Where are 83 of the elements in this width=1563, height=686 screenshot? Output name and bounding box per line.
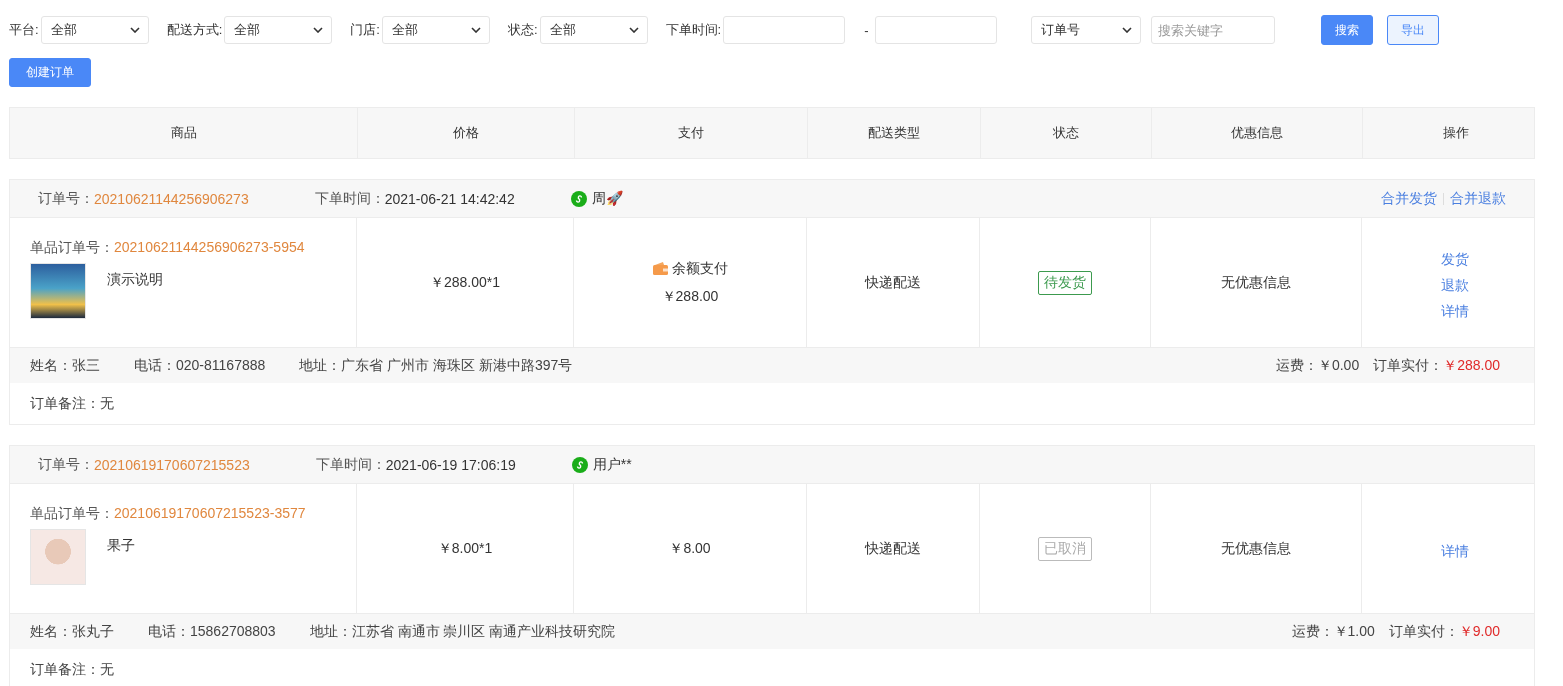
order-action-link[interactable]: 详情	[1441, 302, 1469, 321]
item-number: 20210621144256906273-5954	[114, 239, 305, 255]
search-field[interactable]: 搜索关键字	[1151, 16, 1276, 44]
price: ￥288.00*1	[429, 273, 501, 292]
filter-select[interactable]: 全部	[539, 16, 648, 44]
paid-amount: ￥9.00	[1458, 622, 1500, 641]
filter-label: 下单时间:	[665, 21, 722, 39]
create-order-button[interactable]: 创建订单	[9, 58, 91, 87]
order-number: 20210621144256906273	[94, 190, 249, 207]
price: ￥8.00*1	[437, 539, 493, 558]
paid-label: 订单实付：	[1373, 356, 1444, 375]
chevron-down-icon	[470, 27, 481, 33]
paid-label: 订单实付：	[1388, 622, 1459, 641]
paid-amount: ￥288.00	[1443, 356, 1500, 375]
column-header: 价格	[357, 108, 574, 158]
column-header: 商品	[169, 124, 198, 142]
status-tag: 待发货	[1038, 270, 1092, 295]
mini-program-icon	[570, 190, 587, 207]
search-button[interactable]: 搜索	[1321, 15, 1374, 45]
customer-name: 周🚀	[591, 189, 623, 208]
order-number-label: 订单号：	[38, 189, 94, 208]
order-action-link[interactable]: 详情	[1441, 542, 1469, 561]
discount-info: 无优惠信息	[1221, 273, 1291, 292]
search-type-select[interactable]: 订单号	[1031, 16, 1142, 44]
column-header: 支付	[574, 108, 807, 158]
chevron-down-icon	[129, 27, 140, 33]
recipient-name: 姓名：张丸子	[30, 622, 114, 641]
order-time-label: 下单时间：	[314, 189, 385, 208]
product-image-placeholder	[30, 529, 86, 585]
recipient-phone: 电话：020-81167888	[134, 356, 266, 375]
filter-select[interactable]: 全部	[224, 16, 333, 44]
item-number-label: 单品订单号：	[30, 505, 114, 521]
discount-info: 无优惠信息	[1221, 539, 1291, 558]
order-remark: 订单备注：无	[30, 394, 114, 413]
date-input[interactable]	[875, 16, 998, 44]
order-time: 2021-06-19 17:06:19	[385, 456, 516, 473]
freight-label: 运费：	[1291, 622, 1334, 641]
filter-label: 门店:	[350, 21, 380, 39]
merge-action-link[interactable]: 合并发货	[1381, 189, 1437, 208]
filter-label: 平台:	[9, 21, 39, 39]
payment-amount: ￥288.00	[661, 287, 719, 306]
status-tag: 已取消	[1038, 536, 1092, 561]
chevron-down-icon	[628, 27, 639, 33]
order-number-label: 订单号：	[38, 455, 94, 474]
chevron-down-icon	[1122, 27, 1133, 33]
recipient-address: 地址：广东省 广州市 海珠区 新港中路397号	[299, 356, 573, 375]
column-header: 状态	[980, 108, 1151, 158]
chevron-down-icon	[313, 27, 324, 33]
range-separator: -	[864, 22, 869, 38]
order-time-label: 下单时间：	[315, 455, 386, 474]
column-header: 配送类型	[807, 108, 980, 158]
delivery-type: 快递配送	[865, 539, 921, 558]
filter-select[interactable]: 全部	[40, 16, 149, 44]
date-input[interactable]	[723, 16, 846, 44]
item-number: 20210619170607215523-3577	[114, 505, 306, 521]
payment-method: 余额支付	[671, 259, 728, 278]
freight-amount: ￥0.00	[1317, 356, 1360, 375]
delivery-type: 快递配送	[865, 273, 921, 292]
filter-label: 状态:	[507, 21, 538, 39]
item-number-label: 单品订单号：	[30, 239, 114, 255]
order-time: 2021-06-21 14:42:42	[384, 190, 515, 207]
order-action-link[interactable]: 退款	[1441, 276, 1469, 295]
filter-label: 配送方式:	[166, 21, 223, 39]
mini-program-icon	[571, 456, 588, 473]
wallet-icon	[652, 262, 668, 275]
payment-amount: ￥8.00	[669, 539, 711, 558]
product-image-placeholder	[30, 263, 86, 319]
product-name: 演示说明	[107, 271, 163, 289]
merge-action-link[interactable]: 合并退款	[1450, 189, 1506, 208]
column-header: 优惠信息	[1151, 108, 1362, 158]
order-action-link[interactable]: 发货	[1441, 250, 1469, 269]
column-header: 操作	[1362, 108, 1549, 158]
export-button[interactable]: 导出	[1387, 15, 1440, 45]
freight-amount: ￥1.00	[1333, 622, 1375, 641]
recipient-name: 姓名：张三	[30, 356, 100, 375]
product-name: 果子	[107, 537, 135, 555]
order-remark: 订单备注：无	[30, 660, 114, 679]
customer-name: 用户**	[592, 455, 632, 474]
order-number: 20210619170607215523	[94, 456, 250, 473]
recipient-phone: 电话：15862708803	[148, 622, 276, 641]
freight-label: 运费：	[1275, 356, 1318, 375]
filter-select[interactable]: 全部	[381, 16, 490, 44]
recipient-address: 地址：江苏省 南通市 崇川区 南通产业科技研究院	[309, 622, 616, 641]
